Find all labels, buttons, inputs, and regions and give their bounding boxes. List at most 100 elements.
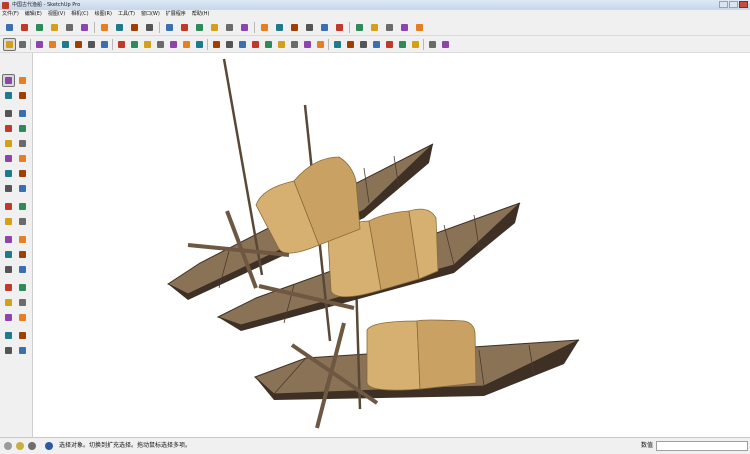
- style-b-icon[interactable]: [440, 39, 451, 50]
- orbit-tool-icon[interactable]: [3, 282, 14, 293]
- user-icon[interactable]: [28, 442, 36, 450]
- eraser-icon[interactable]: [17, 39, 28, 50]
- shadow-icon[interactable]: [369, 22, 380, 33]
- line-tool-icon[interactable]: [3, 108, 14, 119]
- menu-help[interactable]: 帮助(H): [192, 10, 210, 19]
- maximize-button[interactable]: [729, 1, 738, 8]
- zoom-extents-icon[interactable]: [250, 39, 261, 50]
- copy-icon[interactable]: [64, 22, 75, 33]
- erase-icon[interactable]: [99, 22, 110, 33]
- text-tool-icon[interactable]: [17, 249, 28, 260]
- fog-icon[interactable]: [354, 22, 365, 33]
- push-pull-tool-icon[interactable]: [17, 183, 28, 194]
- share-model-icon[interactable]: [274, 22, 285, 33]
- section-icon[interactable]: [304, 22, 315, 33]
- protractor-tool-icon[interactable]: [3, 249, 14, 260]
- freehand-icon[interactable]: [17, 108, 28, 119]
- new-icon[interactable]: [4, 22, 15, 33]
- layers-icon[interactable]: [399, 22, 410, 33]
- wireframe-icon[interactable]: [358, 39, 369, 50]
- walk-tool-icon[interactable]: [17, 312, 28, 323]
- ruby-icon[interactable]: [334, 22, 345, 33]
- axes-tool-icon[interactable]: [3, 264, 14, 275]
- print-icon[interactable]: [144, 22, 155, 33]
- menu-view[interactable]: 视图(V): [48, 10, 65, 19]
- two-point-arc-icon[interactable]: [3, 168, 14, 179]
- open-icon[interactable]: [19, 22, 30, 33]
- rotated-rect-icon[interactable]: [17, 123, 28, 134]
- zoom-window-icon[interactable]: [17, 297, 28, 308]
- zoom-extents-tool-icon[interactable]: [3, 312, 14, 323]
- redo-icon[interactable]: [129, 22, 140, 33]
- top-view-icon[interactable]: [179, 22, 190, 33]
- geo-location-icon[interactable]: [4, 442, 12, 450]
- eraser-red-icon[interactable]: [414, 22, 425, 33]
- menu-edit[interactable]: 编辑(E): [25, 10, 42, 19]
- zoom-tool-icon[interactable]: [3, 297, 14, 308]
- close-button[interactable]: [739, 1, 748, 8]
- select-tool-icon[interactable]: [3, 75, 14, 86]
- display-section-icon[interactable]: [17, 345, 28, 356]
- pie-icon[interactable]: [17, 153, 28, 164]
- text-icon[interactable]: [181, 39, 192, 50]
- section-plane-icon[interactable]: [3, 345, 14, 356]
- minimize-button[interactable]: [719, 1, 728, 8]
- position-camera-icon[interactable]: [315, 39, 326, 50]
- hidden-line-icon[interactable]: [371, 39, 382, 50]
- pan-tool-icon[interactable]: [17, 282, 28, 293]
- undo-icon[interactable]: [114, 22, 125, 33]
- shaded-textures-icon[interactable]: [397, 39, 408, 50]
- three-point-arc-icon[interactable]: [17, 168, 28, 179]
- back-view-icon[interactable]: [224, 22, 235, 33]
- model-viewport[interactable]: [34, 53, 750, 437]
- rectangle-tool-icon[interactable]: [3, 123, 14, 134]
- menu-tools[interactable]: 工具(T): [118, 10, 135, 19]
- pencil-icon[interactable]: [34, 39, 45, 50]
- boat-model-scene[interactable]: [34, 53, 750, 437]
- warehouse-icon[interactable]: [259, 22, 270, 33]
- paint-bucket-icon[interactable]: [3, 90, 14, 101]
- walk-icon[interactable]: [289, 39, 300, 50]
- credits-icon[interactable]: [16, 442, 24, 450]
- scenes-icon[interactable]: [384, 22, 395, 33]
- polygon-icon[interactable]: [17, 138, 28, 149]
- save-icon[interactable]: [34, 22, 45, 33]
- instructor-icon[interactable]: [45, 442, 53, 450]
- left-view-icon[interactable]: [239, 22, 250, 33]
- cut-icon[interactable]: [49, 22, 60, 33]
- dimension-icon[interactable]: [17, 234, 28, 245]
- next-icon[interactable]: [276, 39, 287, 50]
- zoom-icon[interactable]: [237, 39, 248, 50]
- move-tool-icon[interactable]: [3, 183, 14, 194]
- 3d-text-icon[interactable]: [17, 264, 28, 275]
- protractor-icon[interactable]: [168, 39, 179, 50]
- arc-icon[interactable]: [3, 153, 14, 164]
- back-edges-icon[interactable]: [345, 39, 356, 50]
- eraser-tool-icon[interactable]: [17, 90, 28, 101]
- front-view-icon[interactable]: [194, 22, 205, 33]
- follow-me-icon[interactable]: [86, 39, 97, 50]
- paste-icon[interactable]: [79, 22, 90, 33]
- line-icon[interactable]: [47, 39, 58, 50]
- orbit-icon[interactable]: [211, 39, 222, 50]
- scale-tool-icon[interactable]: [3, 216, 14, 227]
- rotate-tool-icon[interactable]: [3, 201, 14, 212]
- scale-icon[interactable]: [142, 39, 153, 50]
- push-pull-icon[interactable]: [73, 39, 84, 50]
- rectangle-icon[interactable]: [60, 39, 71, 50]
- iso-view-icon[interactable]: [164, 22, 175, 33]
- previous-icon[interactable]: [263, 39, 274, 50]
- follow-me-tool-icon[interactable]: [17, 201, 28, 212]
- menu-file[interactable]: 文件(F): [2, 10, 19, 19]
- right-view-icon[interactable]: [209, 22, 220, 33]
- offset-tool-icon[interactable]: [17, 216, 28, 227]
- extension-icon[interactable]: [319, 22, 330, 33]
- move-icon[interactable]: [116, 39, 127, 50]
- xray-icon[interactable]: [332, 39, 343, 50]
- boat-2[interactable]: [216, 104, 521, 342]
- offset-icon[interactable]: [99, 39, 110, 50]
- component-tool-icon[interactable]: [17, 75, 28, 86]
- menu-draw[interactable]: 绘图(R): [95, 10, 112, 19]
- style-a-icon[interactable]: [427, 39, 438, 50]
- tape-tool-icon[interactable]: [3, 234, 14, 245]
